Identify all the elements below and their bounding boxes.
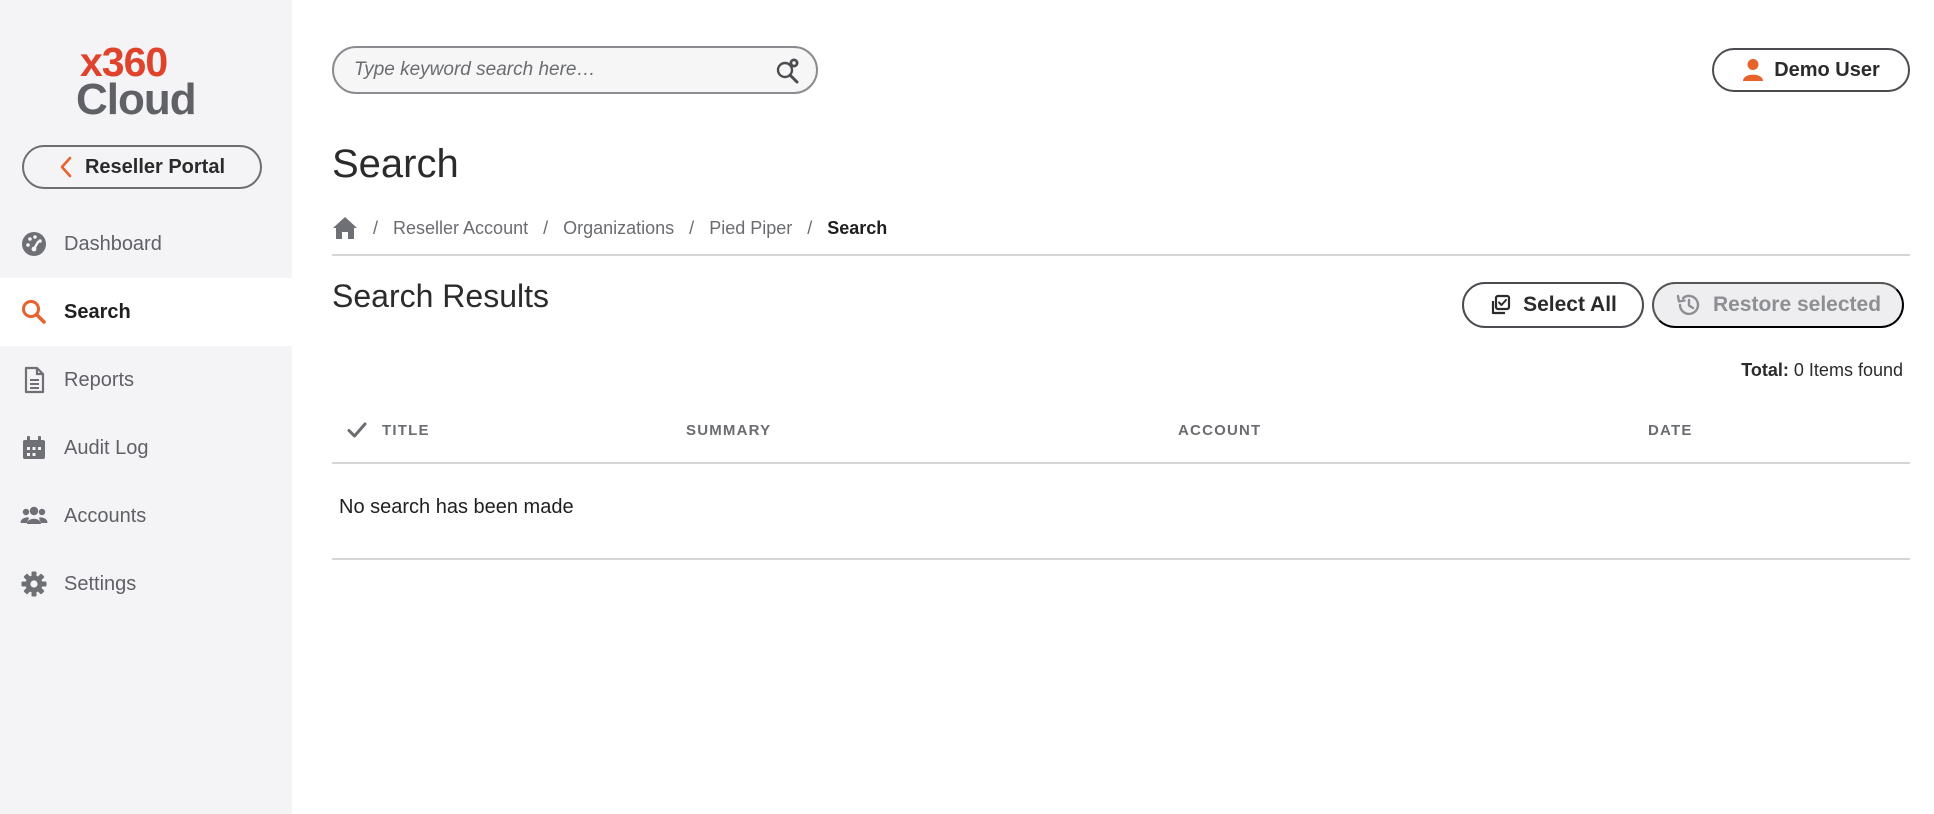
sidebar-item-dashboard[interactable]: Dashboard (0, 210, 292, 278)
restore-selected-label: Restore selected (1712, 293, 1882, 316)
sidebar-item-audit-log[interactable]: Audit Log (0, 414, 292, 482)
reseller-portal-label: Reseller Portal (84, 155, 226, 178)
user-menu-button[interactable]: Demo User (1712, 48, 1910, 92)
breadcrumb-reseller-account[interactable]: Reseller Account (393, 218, 528, 239)
reseller-portal-button[interactable]: Reseller Portal (22, 145, 262, 189)
sidebar-item-search[interactable]: Search (0, 278, 292, 346)
breadcrumb-separator: / (543, 217, 549, 238)
column-account[interactable]: ACCOUNT (1178, 412, 1261, 448)
sidebar-item-settings[interactable]: Settings (0, 550, 292, 618)
column-date[interactable]: DATE (1648, 412, 1693, 448)
column-summary[interactable]: SUMMARY (686, 412, 771, 448)
breadcrumb-separator: / (689, 217, 695, 238)
breadcrumb-separator: / (807, 217, 813, 238)
column-title[interactable]: TITLE (346, 412, 430, 448)
table-header-divider (332, 462, 1910, 464)
keyword-search-input[interactable] (354, 59, 774, 81)
keyword-search-box[interactable] (332, 46, 818, 94)
column-header-label: DATE (1648, 421, 1693, 439)
sidebar-item-label: Settings (64, 572, 137, 595)
sidebar-item-label: Dashboard (64, 232, 162, 255)
document-icon (24, 366, 45, 394)
breadcrumb-pied-piper[interactable]: Pied Piper (709, 218, 792, 239)
results-table-header: TITLE SUMMARY ACCOUNT DATE (332, 412, 1910, 462)
users-icon (20, 506, 48, 524)
restore-selected-button[interactable]: Restore selected (1652, 282, 1904, 328)
history-restore-icon (1676, 294, 1700, 316)
select-all-icon (1492, 294, 1511, 315)
total-label: Total: (1741, 360, 1789, 380)
table-bottom-divider (332, 558, 1910, 560)
total-count: Total: 0 Items found (1741, 360, 1903, 381)
user-name: Demo User (1774, 58, 1880, 81)
breadcrumb: / Reseller Account / Organizations / Pie… (332, 210, 887, 246)
column-header-label: ACCOUNT (1178, 421, 1262, 439)
sidebar-item-label: Audit Log (64, 436, 149, 459)
calendar-icon (23, 436, 45, 459)
page-title: Search (332, 142, 459, 186)
sidebar-item-accounts[interactable]: Accounts (0, 482, 292, 550)
results-title: Search Results (332, 278, 549, 314)
sidebar: x360 Cloud Reseller Portal Dashboard Sea… (0, 0, 292, 814)
column-header-label: SUMMARY (686, 421, 772, 439)
sidebar-item-label: Reports (64, 368, 135, 391)
select-all-label: Select All (1523, 293, 1617, 316)
breadcrumb-current: Search (827, 217, 888, 238)
checkmark-icon[interactable] (346, 419, 368, 441)
header-divider (332, 254, 1910, 256)
breadcrumb-separator: / (373, 217, 379, 238)
logo-bottom-text: Cloud (76, 75, 197, 124)
user-icon (1743, 59, 1764, 81)
sidebar-item-label: Accounts (64, 504, 147, 527)
total-value: 0 Items found (1793, 360, 1903, 380)
select-all-button[interactable]: Select All (1462, 282, 1644, 328)
sidebar-nav: Dashboard Search Reports Audit Log Accou… (0, 210, 292, 618)
search-settings-icon[interactable] (774, 56, 802, 84)
breadcrumb-organizations[interactable]: Organizations (563, 218, 674, 239)
search-icon (22, 300, 46, 324)
sidebar-item-reports[interactable]: Reports (0, 346, 292, 414)
column-header-label: TITLE (382, 421, 430, 439)
sidebar-item-label: Search (64, 300, 131, 323)
gear-icon (21, 571, 47, 597)
x360-cloud-logo[interactable]: x360 Cloud (76, 40, 206, 124)
home-icon[interactable] (332, 215, 358, 241)
dashboard-gauge-icon (22, 232, 46, 256)
empty-state-message: No search has been made (339, 496, 574, 518)
chevron-left-icon (60, 156, 72, 178)
